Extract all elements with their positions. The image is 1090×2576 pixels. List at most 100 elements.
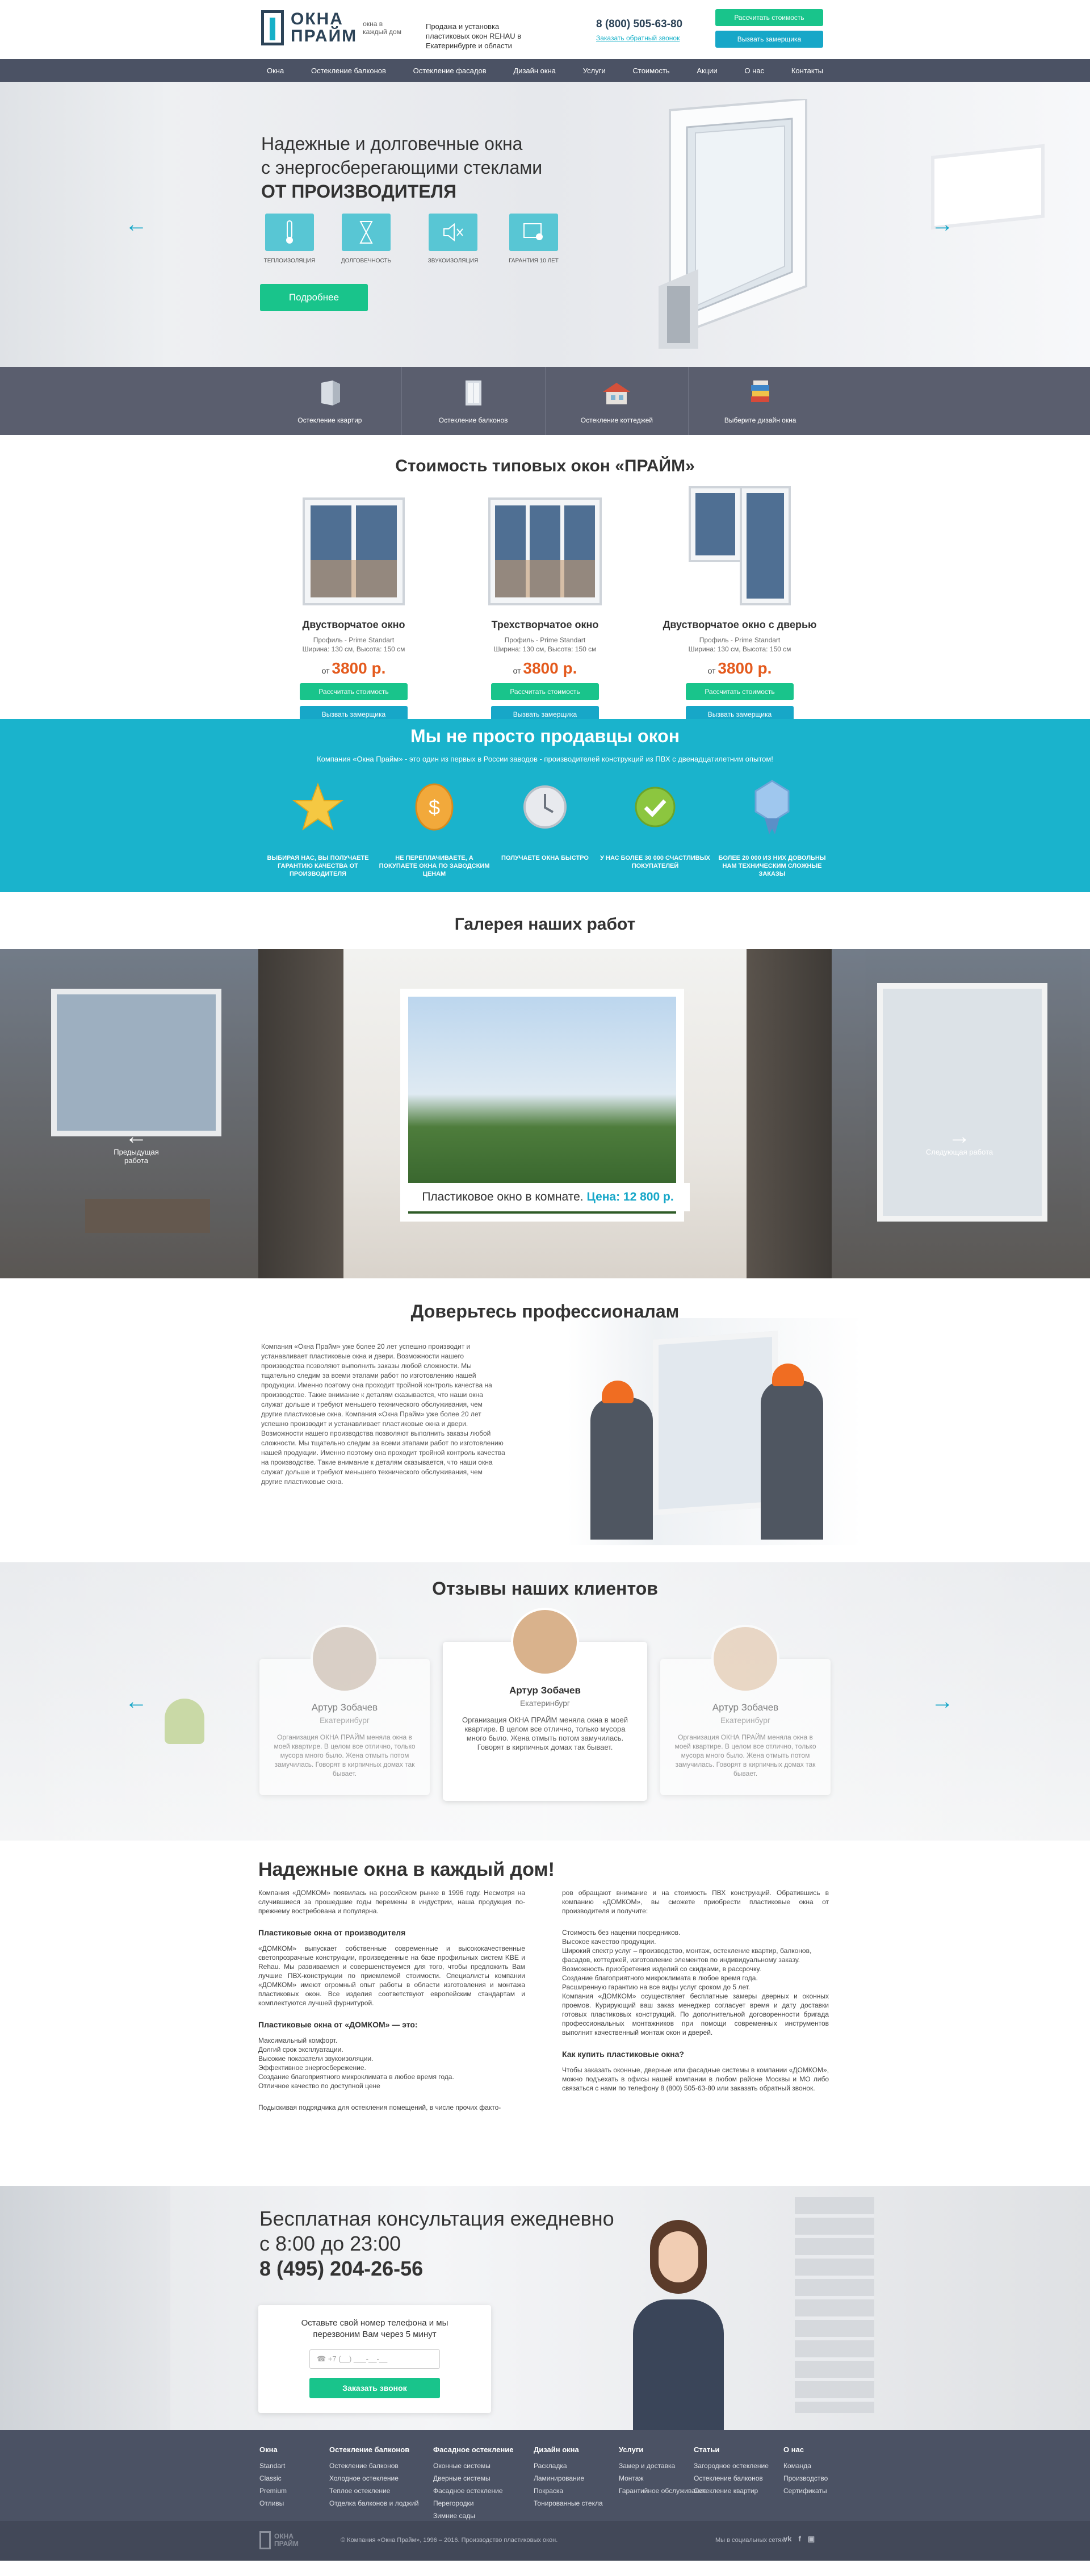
nav-item-about[interactable]: О нас xyxy=(744,66,764,75)
hero-slider: Надежные и долговечные окна с энергосбер… xyxy=(0,82,1090,367)
category-cottages[interactable]: Остекление коттеджей xyxy=(546,367,689,435)
nav-item-facades[interactable]: Остекление фасадов xyxy=(413,66,487,75)
trust-section: Доверьтесь профессионалам Компания «Окна… xyxy=(0,1278,1090,1562)
window-profile-image xyxy=(659,99,807,349)
hero-prev-arrow-icon[interactable]: ← xyxy=(125,213,153,236)
feature-sound: Звукоизоляция xyxy=(413,214,493,264)
review-card: Артур Зобачев Екатеринбург Организация О… xyxy=(443,1608,647,1801)
seo-article: Надежные окна в каждый дом! Компания «ДО… xyxy=(0,1841,1090,2186)
feature-thermal: Теплоизоляция xyxy=(250,214,329,264)
gallery-prev[interactable]: ← Предыдущая работа xyxy=(102,1125,170,1165)
calc-cost-button[interactable]: Рассчитать стоимость xyxy=(491,683,599,700)
logo-tagline: окна в каждый дом xyxy=(363,20,401,36)
award-medal-icon xyxy=(754,780,790,834)
avatar xyxy=(511,1608,579,1676)
plant-image xyxy=(165,1699,204,1744)
prices-section: Стоимость типовых окон «ПРАЙМ» Двустворч… xyxy=(0,435,1090,723)
advantage-item: $ Не переплачиваете, а покупаете окна по… xyxy=(378,776,491,878)
house-icon xyxy=(603,383,631,404)
nav-item-services[interactable]: Услуги xyxy=(583,66,606,75)
advantage-item: Выбирая нас, вы получаете гарантию качес… xyxy=(261,776,375,878)
thermometer-icon xyxy=(265,214,314,251)
footer-col: Остекление балконов Остекление балконов … xyxy=(329,2445,419,2507)
article-col-left: Компания «ДОМКОМ» появилась на российско… xyxy=(258,1889,525,2111)
reviews-next-arrow-icon[interactable]: → xyxy=(931,1690,959,1713)
window-open-icon xyxy=(321,380,340,405)
calc-cost-button[interactable]: Рассчитать стоимость xyxy=(686,683,794,700)
nav-item-cost[interactable]: Стоимость xyxy=(633,66,670,75)
call-measurer-button[interactable]: Вызвать замерщика xyxy=(715,31,823,48)
advantage-item: Более 20 000 из них довольны нам техниче… xyxy=(715,776,829,878)
logo[interactable]: ОКНА ПРАЙМ окна в каждый дом xyxy=(261,10,408,45)
logo-line1: ОКНА xyxy=(291,10,343,28)
avatar xyxy=(311,1625,379,1693)
advantage-item: У нас более 30 000 счастливых покупателе… xyxy=(598,776,712,870)
site-footer: Окна Standart Classic Premium Отливы Ост… xyxy=(0,2430,1090,2561)
advantages-subtitle: Компания «Окна Прайм» - это один из перв… xyxy=(317,755,773,763)
balcony-icon xyxy=(465,380,481,405)
prices-title: Стоимость типовых окон «ПРАЙМ» xyxy=(395,457,695,475)
two-sash-window-image xyxy=(303,497,405,605)
certificate-icon xyxy=(509,214,558,251)
consult-phone[interactable]: 8 (495) 204-26-56 xyxy=(259,2256,614,2281)
gallery-next[interactable]: → Следующая работа xyxy=(925,1125,993,1156)
hero-next-arrow-icon[interactable]: → xyxy=(931,213,959,236)
curtain-right xyxy=(747,949,832,1278)
category-balconies[interactable]: Остекление балконов xyxy=(402,367,546,435)
consultation-section: Бесплатная консультация ежедневно с 8:00… xyxy=(0,2186,1090,2430)
facebook-icon[interactable]: f xyxy=(798,2535,800,2544)
article-title: Надежные окна в каждый дом! xyxy=(258,1859,555,1880)
social-icons: vk f ▣ xyxy=(783,2535,815,2544)
nav-item-contacts[interactable]: Контакты xyxy=(791,66,823,75)
nav-item-balconies[interactable]: Остекление балконов xyxy=(311,66,386,75)
instagram-icon[interactable]: ▣ xyxy=(808,2535,815,2544)
advantage-item: Получаете окна быстро xyxy=(488,776,602,862)
advantages-title: Мы не просто продавцы окон xyxy=(410,726,680,746)
consult-heading: Бесплатная консультация ежедневно с 8:00… xyxy=(259,2207,614,2281)
avatar xyxy=(711,1625,779,1693)
nav-item-windows[interactable]: Окна xyxy=(267,66,284,75)
operator-photo xyxy=(624,2220,732,2430)
logo-line2: ПРАЙМ xyxy=(291,27,358,45)
price-card: Двустворчатое окно Профиль - Prime Stand… xyxy=(274,492,433,723)
feature-warranty: Гарантия 10 лет xyxy=(494,214,573,264)
category-design[interactable]: Выберите дизайн окна xyxy=(689,367,832,435)
gallery-prev-image xyxy=(0,949,258,1278)
review-card: Артур Зобачев Екатеринбург Организация О… xyxy=(660,1625,831,1795)
calc-cost-button[interactable]: Рассчитать стоимость xyxy=(300,683,408,700)
order-call-button[interactable]: Заказать звонок xyxy=(309,2378,440,2398)
nav-item-promo[interactable]: Акции xyxy=(697,66,717,75)
shelf-image xyxy=(795,2197,874,2413)
callback-form: Оставьте свой номер телефона и мы перезв… xyxy=(258,2305,491,2413)
gallery-caption: Пластиковое окно в комнате. Цена: 12 800… xyxy=(406,1183,690,1211)
trust-title: Доверьтесь профессионалам xyxy=(410,1301,680,1322)
logo-icon xyxy=(259,2531,271,2549)
calc-cost-button[interactable]: Рассчитать стоимость xyxy=(715,9,823,26)
star-icon xyxy=(292,783,343,831)
header-phone[interactable]: 8 (800) 505-63-80 xyxy=(596,18,682,31)
footer-col: О нас Команда Производство Сертификаты xyxy=(783,2445,828,2495)
price-card: Трехстворчатое окно Профиль - Prime Stan… xyxy=(466,492,624,723)
callback-link[interactable]: Заказать обратный звонок xyxy=(596,34,682,42)
office-image xyxy=(0,2186,170,2430)
phone-input[interactable]: ☎ +7 (__) ___-__-__ xyxy=(309,2349,440,2369)
vk-icon[interactable]: vk xyxy=(783,2535,791,2544)
reviews-prev-arrow-icon[interactable]: ← xyxy=(125,1690,153,1713)
social-label: Мы в социальных сетях: xyxy=(715,2537,786,2544)
gallery-main-image xyxy=(258,949,832,1278)
more-button[interactable]: Подробнее xyxy=(260,284,368,311)
trust-text: Компания «Окна Прайм» уже более 20 лет у… xyxy=(261,1343,505,1486)
nav-item-design[interactable]: Дизайн окна xyxy=(513,66,556,75)
footer-logo[interactable]: ОКНА ПРАЙМ xyxy=(259,2531,299,2549)
footer-col: Дизайн окна Раскладка Ламинирование Покр… xyxy=(534,2445,603,2507)
logo-icon xyxy=(261,10,284,45)
form-label: Оставьте свой номер телефона и мы перезв… xyxy=(301,2318,448,2339)
review-card: Артур Зобачев Екатеринбург Организация О… xyxy=(259,1625,430,1795)
clock-icon xyxy=(523,785,567,829)
reviews-section: Отзывы наших клиентов ← → Артур Зобачев … xyxy=(0,1562,1090,1841)
category-apartments[interactable]: Остекление квартир xyxy=(258,367,402,435)
site-header: ОКНА ПРАЙМ окна в каждый дом Продажа и у… xyxy=(0,0,1090,59)
price-card: Двустворчатое окно с дверью Профиль - Pr… xyxy=(660,486,819,723)
checkmark-icon xyxy=(635,787,676,827)
reviews-title: Отзывы наших клиентов xyxy=(432,1578,658,1599)
